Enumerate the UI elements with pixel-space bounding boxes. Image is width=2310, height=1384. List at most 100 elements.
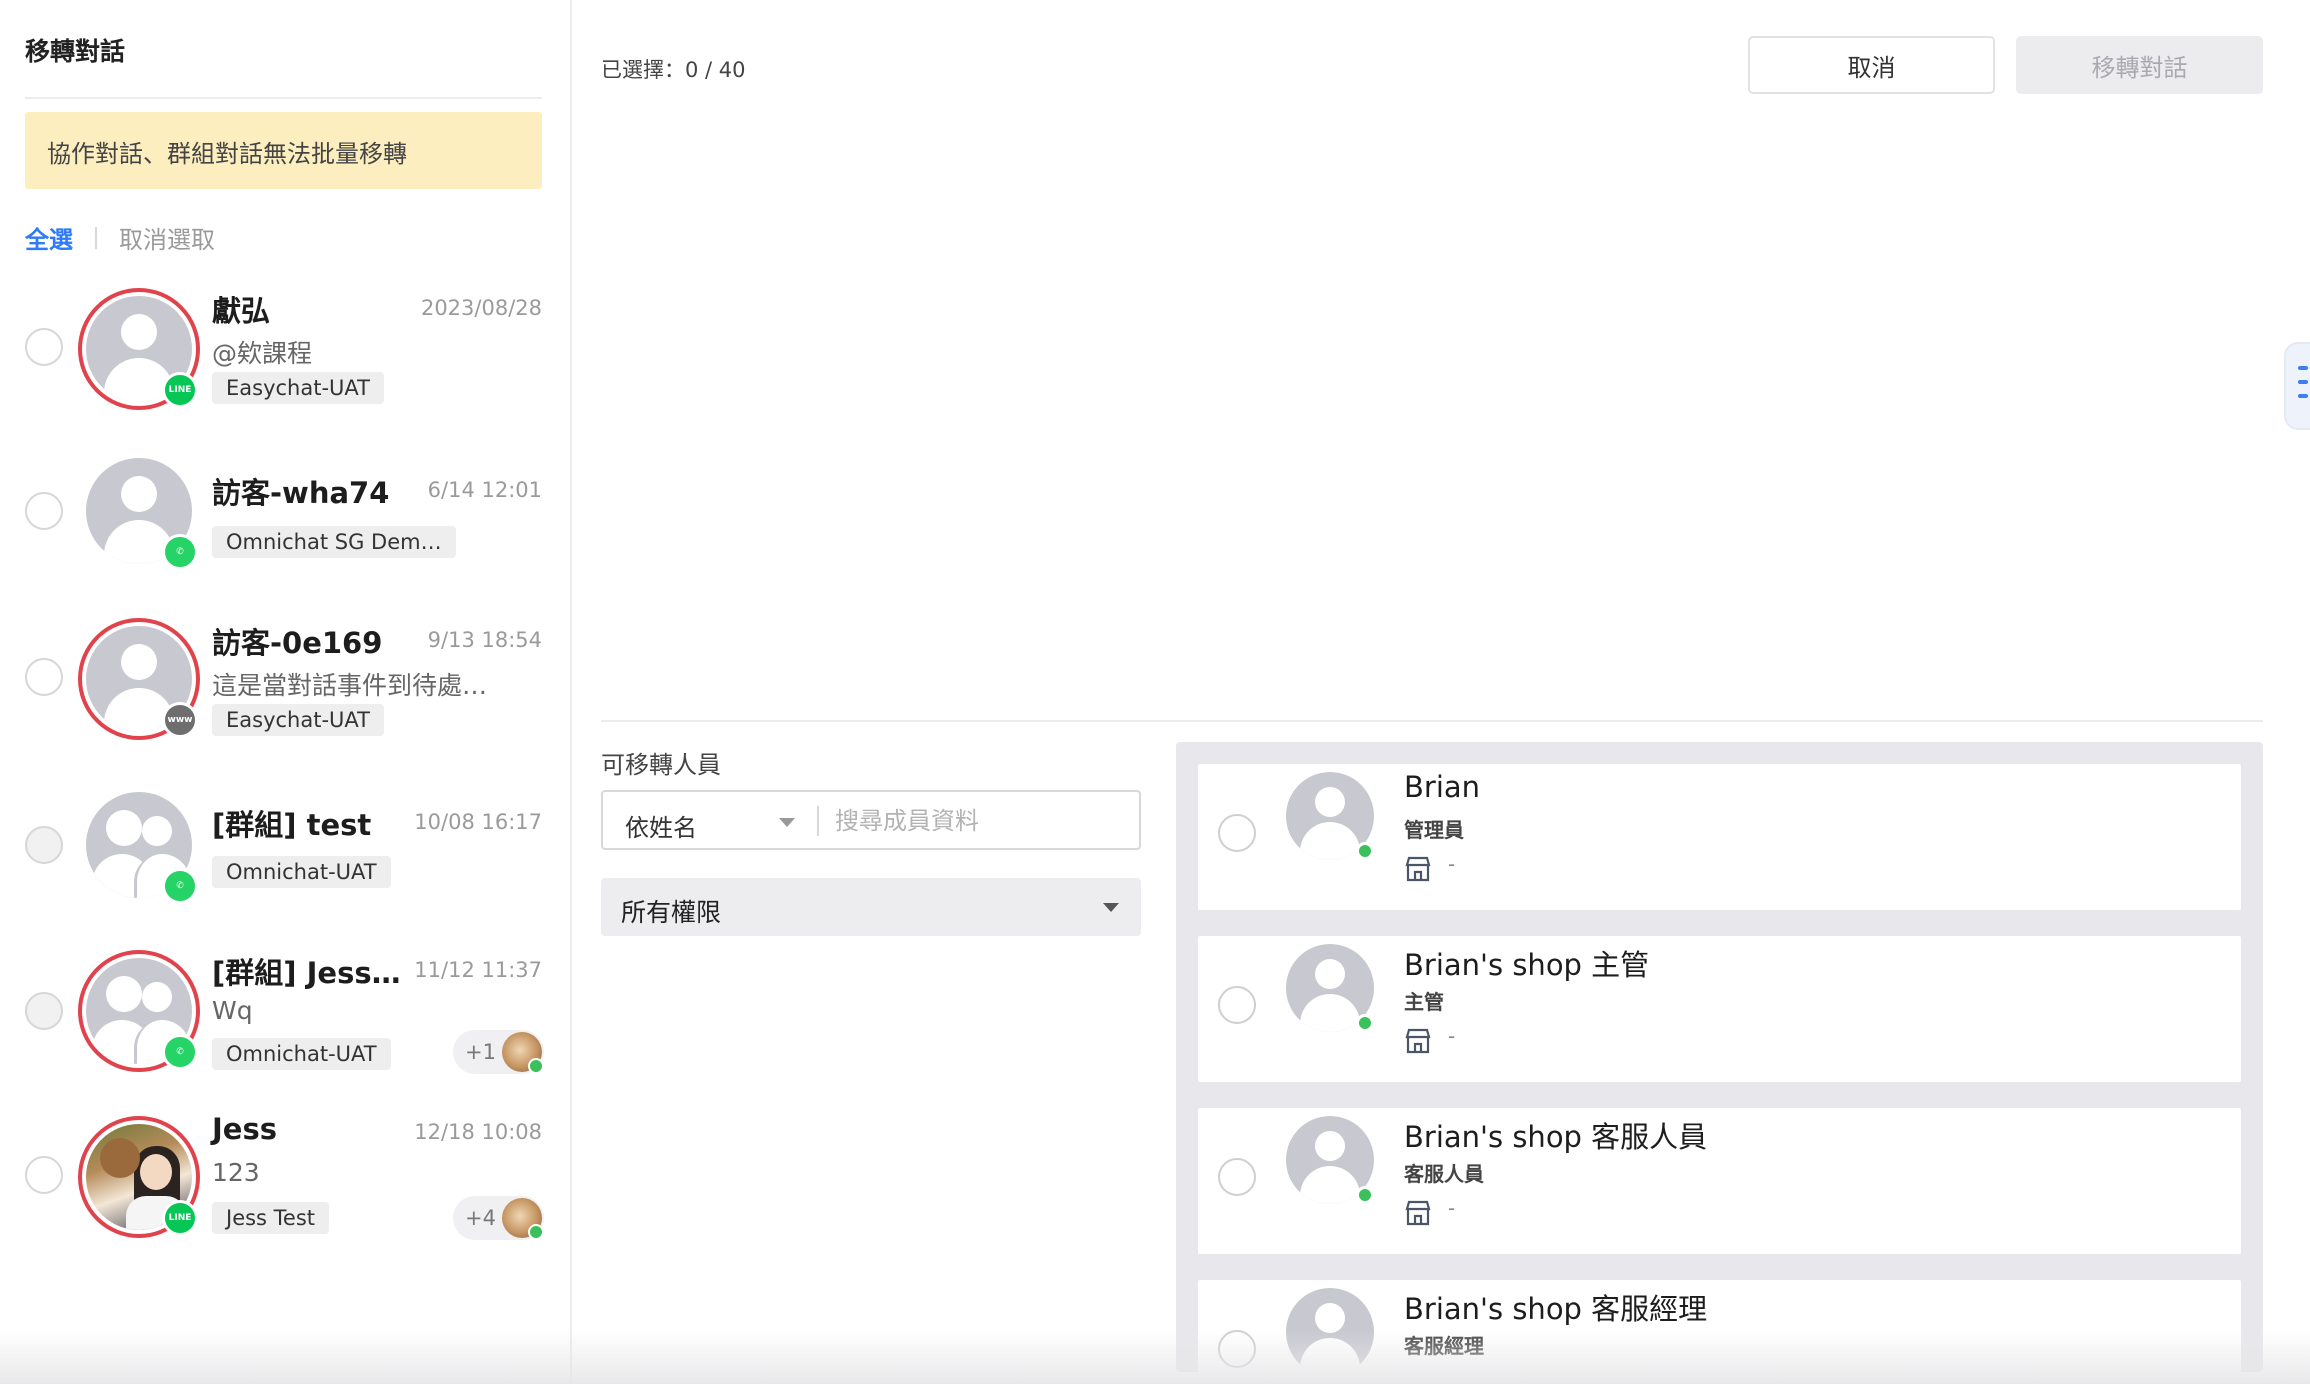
member-list: Brian 管理員 - Brian's shop 主管 主管 - Brian's… [1176, 742, 2263, 1372]
channel-tag: Jess Test [212, 1202, 330, 1234]
avatar: ✆ [78, 784, 200, 906]
notice-banner: 協作對話、群組對話無法批量移轉 [25, 112, 542, 189]
divider [95, 226, 97, 249]
conversation-preview: Wq [212, 996, 253, 1025]
conversation-item[interactable]: LINE Jess 12/18 10:08 123 Jess Test +4 [0, 1108, 570, 1268]
selection-actions: 全選 取消選取 [25, 220, 215, 255]
conversation-preview: @欸課程 [212, 339, 313, 368]
member-name: Brian's shop 客服人員 [1404, 1120, 1708, 1154]
member-shop: - [1448, 1024, 1456, 1048]
role-filter-value: 所有權限 [621, 898, 722, 927]
whatsapp-icon: ✆ [162, 868, 198, 904]
online-indicator [528, 1224, 544, 1240]
chevron-down-icon[interactable] [779, 818, 795, 827]
online-indicator [1356, 1014, 1374, 1032]
conversation-item: ✆ [群組] Jess… 11/12 11:37 Wq Omnichat-UAT… [0, 942, 570, 1102]
avatar: www [78, 618, 200, 740]
conversation-time: 11/12 11:37 [414, 958, 542, 982]
member-role: 管理員 [1404, 818, 1464, 842]
member-role: 客服人員 [1404, 1162, 1484, 1186]
selected-count: 已選擇：0 / 40 [601, 58, 746, 82]
menu-icon-bar [2298, 394, 2308, 398]
member-item[interactable]: Brian 管理員 - [1198, 764, 2241, 910]
conversation-time: 9/13 18:54 [427, 628, 542, 652]
divider [817, 806, 819, 836]
conversation-checkbox[interactable] [25, 328, 63, 366]
member-item[interactable]: Brian's shop 客服人員 客服人員 - [1198, 1108, 2241, 1254]
conversation-time: 10/08 16:17 [414, 810, 542, 834]
menu-icon [2298, 366, 2308, 370]
member-name: Brian's shop 主管 [1404, 948, 1650, 982]
member-search-box: 依姓名 [601, 790, 1141, 850]
avatar: LINE [78, 1116, 200, 1238]
select-all-link[interactable]: 全選 [25, 220, 73, 255]
channel-tag: Easychat-UAT [212, 704, 384, 736]
members-section-label: 可移轉人員 [601, 751, 721, 779]
panel-title: 移轉對話 [25, 37, 126, 66]
conversation-time: 12/18 10:08 [414, 1120, 542, 1144]
side-panel-toggle[interactable] [2284, 342, 2310, 430]
avatar: ✆ [78, 950, 200, 1072]
divider [25, 97, 542, 99]
conversation-checkbox[interactable] [25, 658, 63, 696]
conversation-name: [群組] test [212, 808, 372, 842]
conversation-time: 2023/08/28 [420, 296, 542, 320]
member-item[interactable]: Brian's shop 客服經理 客服經理 [1198, 1280, 2241, 1372]
shop-icon [1405, 856, 1431, 882]
conversation-preview: 這是當對話事件到待處… [212, 671, 488, 700]
conversation-item[interactable]: www 訪客-0e169 9/13 18:54 這是當對話事件到待處… Easy… [0, 608, 570, 768]
transfer-conversation-button[interactable]: 移轉對話 [2016, 36, 2263, 94]
conversation-name: Jess [212, 1112, 277, 1146]
member-shop: - [1448, 1196, 1456, 1220]
conversation-preview: 123 [212, 1158, 260, 1187]
conversation-checkbox [25, 826, 63, 864]
conversation-time: 6/14 12:01 [427, 478, 542, 502]
member-search-input[interactable] [835, 802, 1125, 840]
chevron-down-icon [1103, 903, 1119, 912]
conversation-name: [群組] Jess… [212, 956, 401, 990]
member-radio[interactable] [1218, 1158, 1256, 1196]
conversation-checkbox[interactable] [25, 1156, 63, 1194]
avatar: LINE [78, 288, 200, 410]
member-item[interactable]: Brian's shop 主管 主管 - [1198, 936, 2241, 1082]
member-role: 主管 [1404, 990, 1444, 1014]
member-radio[interactable] [1218, 986, 1256, 1024]
conversation-item[interactable]: ✆ 訪客-wha74 6/14 12:01 Omnichat SG Dem… [0, 446, 570, 606]
sort-by-dropdown[interactable]: 依姓名 [625, 808, 697, 843]
member-radio[interactable] [1218, 814, 1256, 852]
online-indicator [1356, 1186, 1374, 1204]
member-name: Brian [1404, 770, 1481, 804]
web-icon: www [162, 702, 198, 738]
shop-icon [1405, 1028, 1431, 1054]
conversation-item: ✆ [群組] test 10/08 16:17 Omnichat-UAT [0, 776, 570, 936]
collaborator-count: +4 [465, 1206, 496, 1230]
collaborators-badge: +1 [453, 1030, 544, 1074]
cancel-button[interactable]: 取消 [1748, 36, 1995, 94]
member-shop: - [1448, 852, 1456, 876]
role-filter-select[interactable]: 所有權限 [601, 878, 1141, 936]
menu-icon-bar [2298, 380, 2308, 384]
shop-icon [1405, 1200, 1431, 1226]
online-indicator [528, 1058, 544, 1074]
deselect-link[interactable]: 取消選取 [119, 220, 215, 255]
collaborators-badge: +4 [453, 1196, 544, 1240]
conversation-checkbox[interactable] [25, 492, 63, 530]
whatsapp-icon: ✆ [162, 534, 198, 570]
conversation-name: 訪客-0e169 [212, 626, 383, 660]
online-indicator [1356, 842, 1374, 860]
avatar: ✆ [78, 450, 200, 572]
collaborator-count: +1 [465, 1040, 496, 1064]
channel-tag: Easychat-UAT [212, 372, 384, 404]
conversation-item[interactable]: LINE 獻弘 2023/08/28 @欸課程 Easychat-UAT [0, 276, 570, 436]
channel-tag: Omnichat-UAT [212, 1038, 391, 1070]
conversation-selection-panel: 移轉對話 協作對話、群組對話無法批量移轉 全選 取消選取 LINE 獻弘 202… [0, 0, 572, 1384]
conversation-name: 訪客-wha74 [212, 476, 390, 510]
channel-tag: Omnichat-UAT [212, 856, 391, 888]
default-avatar-icon [1286, 1288, 1374, 1372]
member-radio[interactable] [1218, 1330, 1256, 1368]
conversation-name: 獻弘 [212, 294, 271, 328]
divider [601, 720, 2263, 722]
line-icon: LINE [162, 1200, 198, 1236]
member-role: 客服經理 [1404, 1334, 1484, 1358]
member-name: Brian's shop 客服經理 [1404, 1292, 1708, 1326]
